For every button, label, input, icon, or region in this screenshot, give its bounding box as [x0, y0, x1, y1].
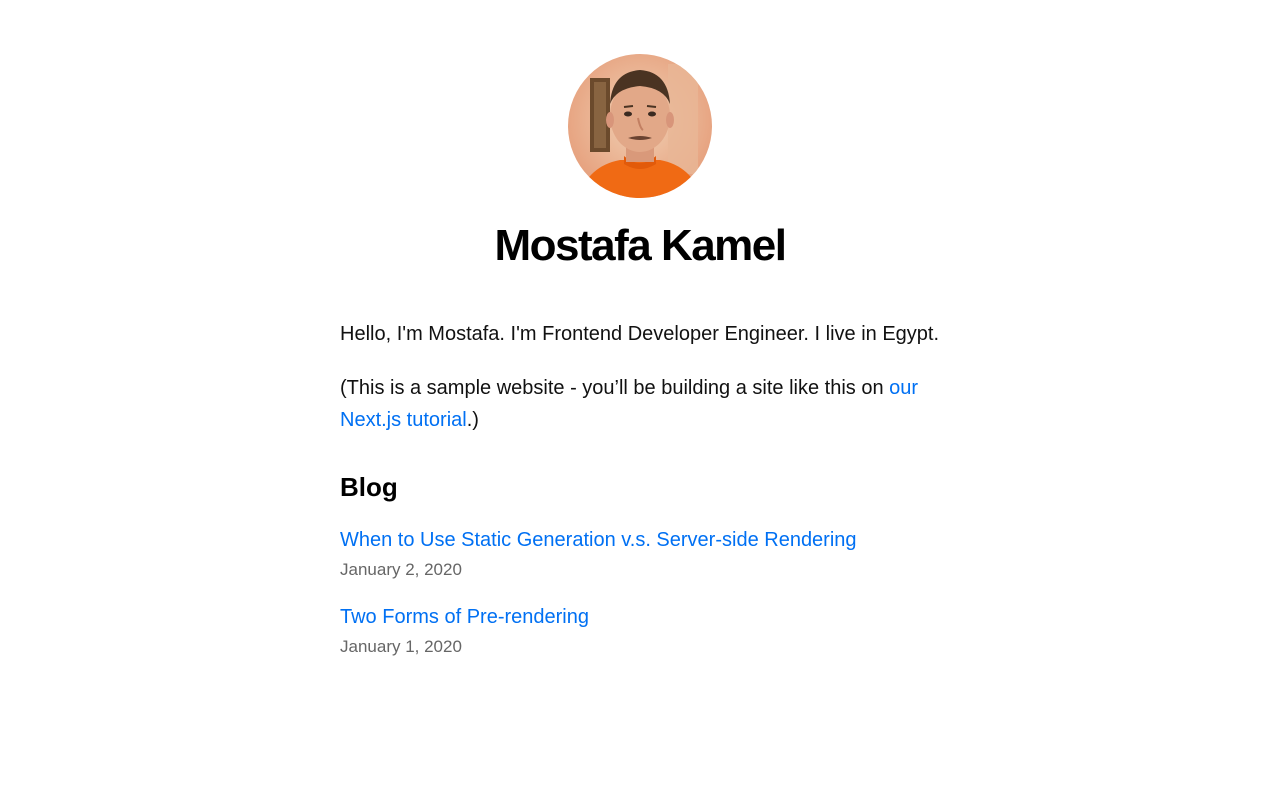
blog-heading: Blog	[340, 472, 398, 502]
post-date: January 2, 2020	[340, 560, 462, 579]
sample-note-suffix: .)	[466, 409, 479, 431]
bio-text: Hello, I'm Mostafa. I'm Frontend Develop…	[340, 323, 940, 345]
list-item: When to Use Static Generation v.s. Serve…	[340, 524, 940, 581]
profile-photo-icon	[568, 54, 712, 198]
sample-note: (This is a sample website - you’ll be bu…	[340, 372, 940, 436]
profile-name: Mostafa Kamel	[494, 221, 787, 270]
blog-section: Blog When to Use Static Generation v.s. …	[340, 470, 940, 658]
post-date: January 1, 2020	[340, 637, 462, 656]
post-title-link[interactable]: Two Forms of Pre-rendering	[340, 601, 940, 633]
profile-header: Mostafa Kamel	[340, 54, 940, 274]
post-title-link[interactable]: When to Use Static Generation v.s. Serve…	[340, 524, 940, 556]
list-item: Two Forms of Pre-rendering January 1, 20…	[340, 601, 940, 658]
blog-post-list: When to Use Static Generation v.s. Serve…	[340, 524, 940, 658]
sample-note-prefix: (This is a sample website - you’ll be bu…	[340, 377, 890, 399]
intro-section: Hello, I'm Mostafa. I'm Frontend Develop…	[340, 318, 940, 436]
avatar	[568, 54, 712, 198]
page-container: Mostafa Kamel Hello, I'm Mostafa. I'm Fr…	[340, 0, 940, 658]
